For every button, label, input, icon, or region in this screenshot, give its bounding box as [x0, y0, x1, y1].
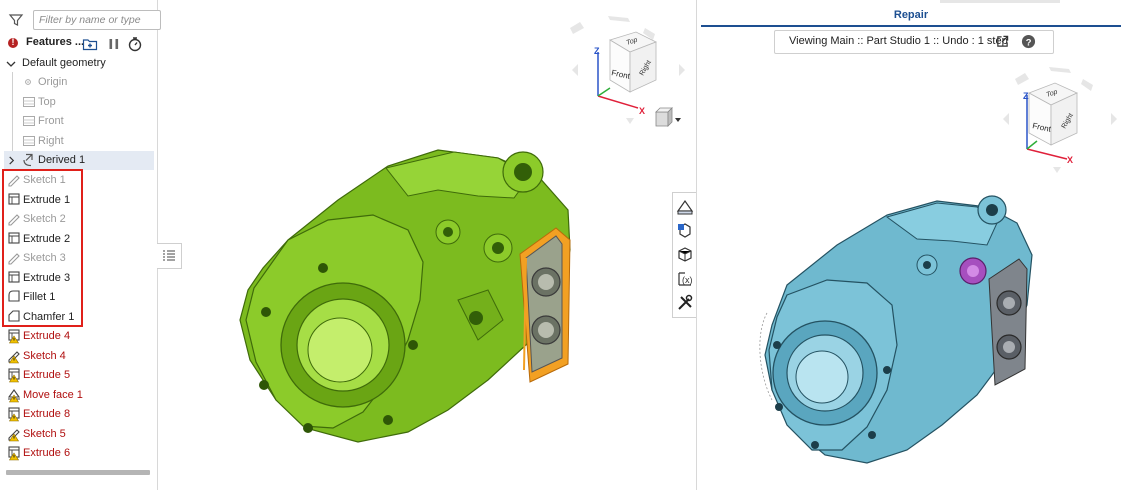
- feature-panel: Features ... Default geometry Origin Top: [0, 0, 161, 490]
- face-tool-icon[interactable]: [675, 245, 695, 265]
- chevron-right-icon[interactable]: [7, 156, 16, 165]
- tree-item-front[interactable]: Front: [0, 112, 155, 131]
- tree-label: Right: [38, 135, 64, 147]
- filter-icon[interactable]: [8, 12, 24, 28]
- model-canvas-right[interactable]: Top Front Right Z X: [697, 55, 1121, 490]
- extrude-icon: [8, 368, 20, 383]
- view-cube-right[interactable]: Top Front Right Z X: [1003, 67, 1117, 173]
- sketch-icon: [8, 350, 20, 363]
- axis-x-label: X: [639, 106, 645, 116]
- stopwatch-icon[interactable]: [127, 36, 143, 52]
- viewing-status-bar: Viewing Main :: Part Studio 1 :: Undo : …: [774, 30, 1054, 54]
- chevron-down-icon[interactable]: [6, 59, 16, 69]
- derived-icon: [23, 153, 33, 167]
- axis-x-label: X: [1067, 155, 1073, 165]
- solid-tool-icon[interactable]: [675, 221, 695, 241]
- svg-text:?: ?: [1026, 37, 1032, 47]
- tree-item-origin[interactable]: Origin: [0, 73, 155, 92]
- feature-label: Move face 1: [23, 388, 83, 401]
- model-canvas-left[interactable]: Top Front Right Z X: [158, 0, 696, 490]
- top-bar-fragment: [940, 0, 1060, 3]
- tree-label: Default geometry: [22, 57, 106, 69]
- variable-tool-icon[interactable]: (x): [675, 269, 695, 289]
- open-external-icon[interactable]: [996, 35, 1009, 48]
- plane-icon: [23, 136, 35, 146]
- tree-label: Front: [38, 115, 64, 127]
- svg-text:(x): (x): [682, 275, 693, 285]
- feature-label: Sketch 4: [23, 349, 66, 362]
- view-cube[interactable]: Top Front Right Z X: [570, 16, 685, 127]
- tree-item-derived[interactable]: Derived 1: [4, 151, 154, 170]
- feature-item[interactable]: Move face 1: [0, 386, 155, 405]
- filter-row: [6, 8, 161, 32]
- repair-tools-icon[interactable]: [675, 293, 695, 313]
- sketch-icon: [8, 428, 20, 441]
- tree-item-top[interactable]: Top: [0, 93, 155, 112]
- viewing-status-text: Viewing Main :: Part Studio 1 :: Undo : …: [789, 35, 1008, 47]
- feature-item[interactable]: Sketch 5: [0, 425, 155, 444]
- error-icon[interactable]: [8, 37, 18, 48]
- origin-icon: [25, 79, 31, 85]
- tree-item-right[interactable]: Right: [0, 132, 155, 151]
- repair-tab-underline: [701, 25, 1121, 27]
- pause-icon[interactable]: [106, 36, 122, 52]
- horizontal-scrollbar[interactable]: [6, 470, 150, 475]
- feature-label: Extrude 5: [23, 369, 71, 381]
- feature-label: Extrude 6: [23, 447, 71, 459]
- feature-item[interactable]: Sketch 4: [0, 347, 155, 366]
- tree-label: Top: [38, 96, 56, 108]
- feature-item[interactable]: Extrude 6: [0, 444, 155, 463]
- plane-icon: [23, 97, 35, 107]
- axis-z-label: Z: [1023, 91, 1029, 101]
- features-header: Features ...: [6, 36, 154, 52]
- highlight-box: [2, 169, 83, 327]
- extrude-icon: [8, 446, 20, 461]
- repair-toolbar: (x): [672, 192, 697, 318]
- extrude-icon: [8, 329, 20, 344]
- axis-z-label: Z: [594, 46, 600, 56]
- feature-label: Extrude 4: [23, 330, 71, 342]
- surface-tool-icon[interactable]: [675, 197, 695, 217]
- feature-label: Extrude 8: [23, 408, 71, 420]
- add-folder-icon[interactable]: [82, 36, 98, 52]
- extrude-icon: [8, 407, 20, 422]
- help-icon[interactable]: ?: [1021, 34, 1036, 49]
- repair-tab[interactable]: Repair: [701, 4, 1121, 27]
- graphics-viewport-right[interactable]: Top Front Right Z X: [697, 55, 1121, 490]
- feature-item[interactable]: Extrude 4: [0, 327, 155, 346]
- graphics-viewport-left[interactable]: Top Front Right Z X: [158, 0, 696, 490]
- repair-tab-label: Repair: [893, 9, 929, 21]
- filter-input[interactable]: [33, 10, 161, 30]
- features-title[interactable]: Features ...: [26, 36, 84, 48]
- tree-default-geometry[interactable]: Default geometry: [0, 54, 155, 73]
- feature-label: Sketch 5: [23, 427, 66, 440]
- move-face-icon: [7, 388, 21, 402]
- pump-model-blue[interactable]: [759, 195, 1033, 464]
- plane-icon: [23, 116, 35, 126]
- feature-item[interactable]: Extrude 8: [0, 405, 155, 424]
- pump-model-green[interactable]: [239, 149, 571, 443]
- tree-label: Origin: [38, 76, 68, 88]
- feature-item[interactable]: Extrude 5: [0, 366, 155, 385]
- tree-label: Derived 1: [38, 154, 86, 166]
